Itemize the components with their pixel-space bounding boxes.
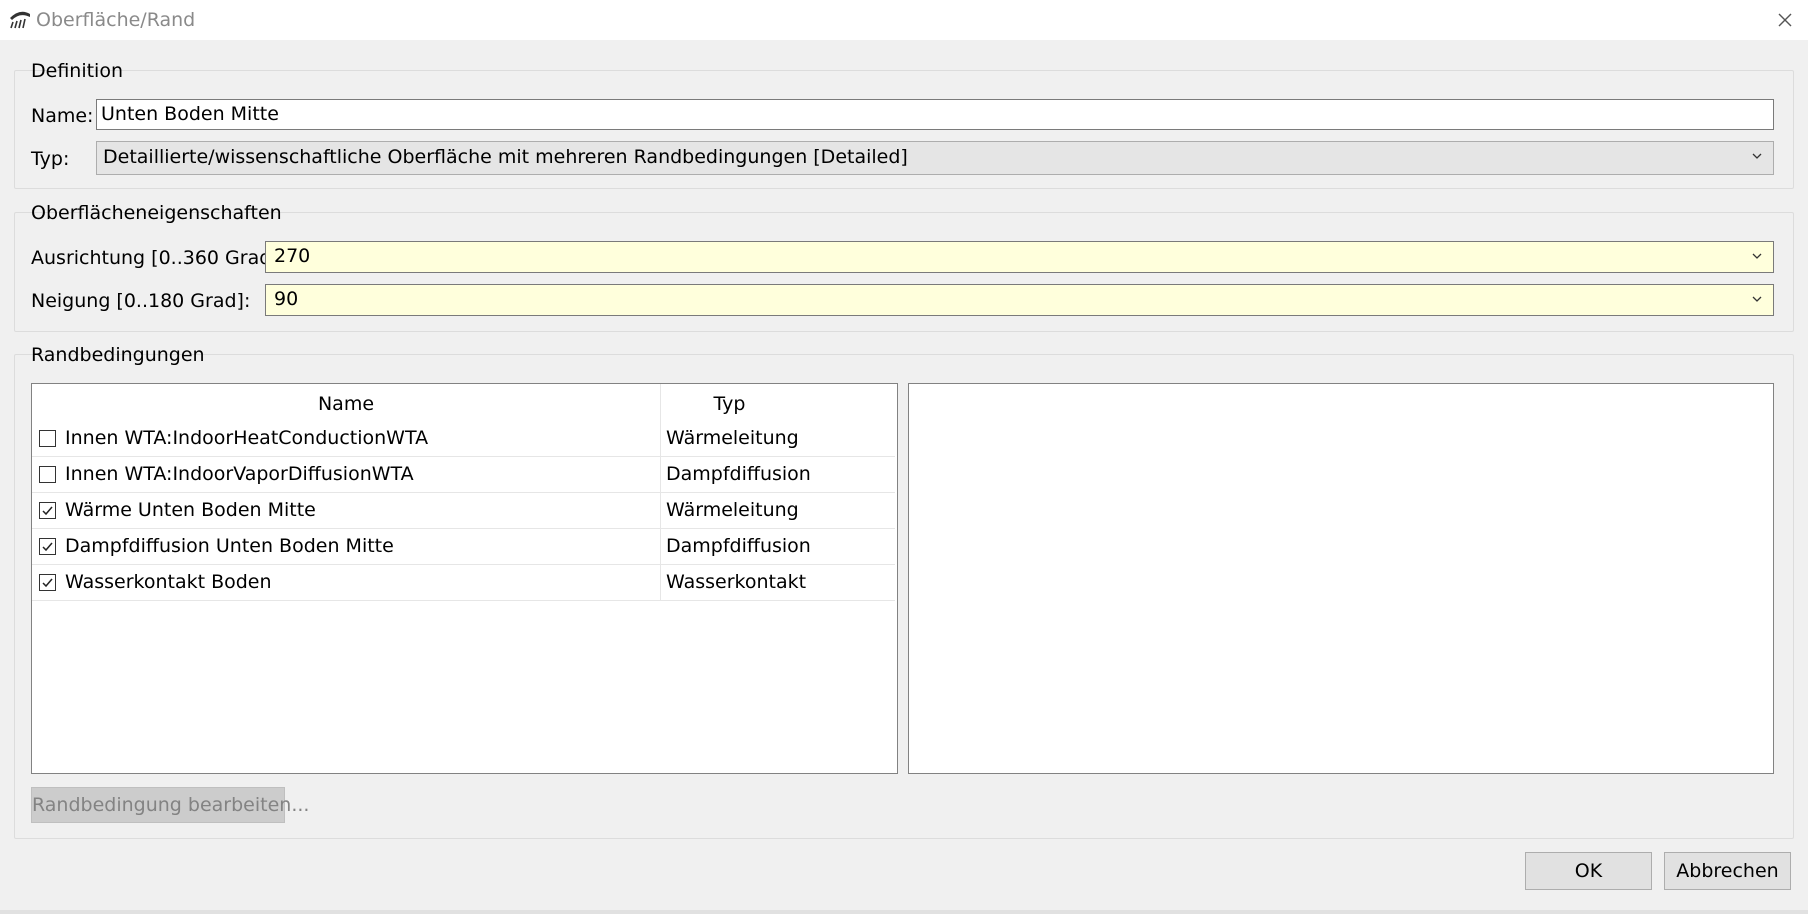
- column-header-typ[interactable]: Typ: [661, 384, 798, 420]
- title-bar: Oberfläche/Rand: [0, 0, 1808, 40]
- chevron-down-icon[interactable]: [1751, 250, 1763, 262]
- row-name: Wasserkontakt Boden: [65, 571, 272, 593]
- rain-roof-icon: [10, 11, 30, 29]
- ausrichtung-label: Ausrichtung [0..360 Grad]:: [31, 247, 286, 269]
- table-row[interactable]: Innen WTA:IndoorHeatConductionWTA Wärmel…: [32, 420, 895, 457]
- column-divider: [660, 456, 661, 492]
- ausrichtung-value: 270: [274, 245, 311, 267]
- row-name: Innen WTA:IndoorVaporDiffusionWTA: [65, 463, 414, 485]
- column-divider: [660, 528, 661, 564]
- row-checkbox[interactable]: [39, 538, 56, 555]
- row-name: Wärme Unten Boden Mitte: [65, 499, 316, 521]
- boundary-conditions-group-label: Randbedingungen: [31, 344, 205, 366]
- definition-group-label: Definition: [31, 60, 124, 82]
- window-title: Oberfläche/Rand: [36, 9, 196, 31]
- surface-properties-group-label: Oberflächeneigenschaften: [31, 202, 282, 224]
- row-typ: Dampfdiffusion: [666, 535, 811, 557]
- row-typ: Wärmeleitung: [666, 427, 799, 449]
- chevron-down-icon[interactable]: [1751, 293, 1763, 305]
- chevron-down-icon: [1752, 153, 1762, 159]
- close-icon[interactable]: [1771, 6, 1799, 34]
- column-divider: [660, 420, 661, 456]
- neigung-label: Neigung [0..180 Grad]:: [31, 290, 251, 312]
- checkmark-icon: [42, 542, 53, 552]
- window-bottom-edge: [0, 910, 1808, 914]
- typ-select[interactable]: Detaillierte/wissenschaftliche Oberfläch…: [96, 141, 1774, 175]
- row-typ: Dampfdiffusion: [666, 463, 811, 485]
- table-row[interactable]: Dampfdiffusion Unten Boden Mitte Dampfdi…: [32, 528, 895, 565]
- row-checkbox[interactable]: [39, 574, 56, 591]
- row-checkbox[interactable]: [39, 430, 56, 447]
- neigung-value: 90: [274, 288, 299, 310]
- row-checkbox[interactable]: [39, 466, 56, 483]
- ok-button[interactable]: OK: [1525, 852, 1652, 890]
- name-label: Name:: [31, 105, 94, 127]
- row-typ: Wasserkontakt: [666, 571, 807, 593]
- column-divider: [660, 492, 661, 528]
- row-typ: Wärmeleitung: [666, 499, 799, 521]
- cancel-button[interactable]: Abbrechen: [1664, 852, 1791, 890]
- edit-boundary-button[interactable]: Randbedingung bearbeiten...: [31, 787, 309, 823]
- column-header-name[interactable]: Name: [32, 384, 660, 420]
- row-name: Dampfdiffusion Unten Boden Mitte: [65, 535, 394, 557]
- column-divider: [660, 564, 661, 600]
- boundary-detail-panel: [908, 383, 1774, 774]
- table-row[interactable]: Wärme Unten Boden Mitte Wärmeleitung: [32, 492, 895, 529]
- typ-label: Typ:: [31, 148, 70, 170]
- neigung-combo[interactable]: 90: [265, 284, 1774, 316]
- boundary-conditions-table[interactable]: Name Typ Innen WTA:IndoorHeatConductionW…: [31, 383, 898, 774]
- checkmark-icon: [42, 506, 53, 516]
- row-name: Innen WTA:IndoorHeatConductionWTA: [65, 427, 429, 449]
- name-field[interactable]: Unten Boden Mitte: [96, 99, 1774, 130]
- table-row[interactable]: Innen WTA:IndoorVaporDiffusionWTA Dampfd…: [32, 456, 895, 493]
- checkmark-icon: [42, 578, 53, 588]
- row-checkbox[interactable]: [39, 502, 56, 519]
- typ-select-value: Detaillierte/wissenschaftliche Oberfläch…: [103, 146, 908, 168]
- ausrichtung-combo[interactable]: 270: [265, 241, 1774, 273]
- table-row[interactable]: Wasserkontakt Boden Wasserkontakt: [32, 564, 895, 601]
